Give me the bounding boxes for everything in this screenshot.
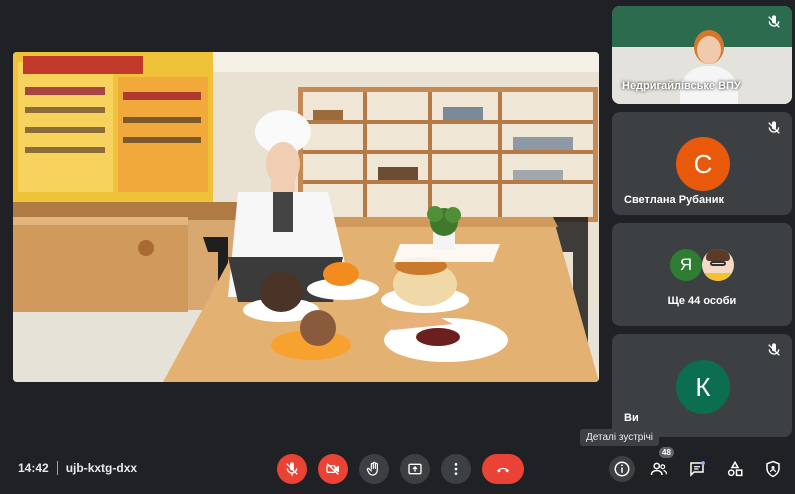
mic-off-icon	[768, 343, 780, 356]
people-count-badge: 48	[659, 447, 674, 458]
meeting-time: 14:42	[18, 461, 49, 475]
chat-button[interactable]	[685, 457, 709, 481]
hand-icon	[366, 461, 378, 476]
mic-off-icon	[286, 462, 298, 476]
mic-toggle-button[interactable]	[277, 454, 307, 484]
raise-hand-button[interactable]	[359, 454, 389, 484]
meeting-info: 14:42 ujb-kxtg-dxx	[18, 461, 137, 475]
present-icon	[408, 463, 422, 475]
hang-up-icon	[497, 467, 509, 473]
participant-tile-host[interactable]: Недригайлівське ВПУ	[612, 6, 792, 104]
activities-icon	[727, 460, 743, 477]
avatar-photo	[702, 249, 734, 281]
activities-button[interactable]	[723, 457, 747, 481]
shield-icon	[766, 460, 780, 478]
avatar: С	[676, 137, 730, 191]
present-screen-button[interactable]	[400, 454, 430, 484]
more-vertical-icon	[454, 463, 458, 475]
meeting-details-button[interactable]	[609, 456, 635, 482]
info-icon	[614, 461, 630, 477]
leave-call-button[interactable]	[482, 454, 524, 484]
participant-name-you: Ви	[624, 412, 639, 424]
camera-off-icon	[326, 463, 339, 475]
meeting-details-tooltip: Деталі зустрічі	[580, 429, 660, 446]
avatar: К	[676, 360, 730, 414]
meeting-code: ujb-kxtg-dxx	[65, 461, 138, 475]
host-person	[674, 30, 744, 104]
participant-tile-others[interactable]: Я Ще 44 особи	[612, 223, 792, 326]
people-button[interactable]	[647, 457, 671, 481]
participant-count-label: Ще 44 особи	[667, 295, 737, 307]
video-frame-illustration	[13, 52, 599, 382]
more-options-button[interactable]	[441, 454, 471, 484]
camera-toggle-button[interactable]	[318, 454, 348, 484]
main-video-feed	[13, 52, 599, 382]
participant-name-svetlana: Светлана Рубаник	[624, 194, 724, 206]
avatar: Я	[670, 249, 702, 281]
participant-tile-you[interactable]: К Ви	[612, 334, 792, 437]
people-icon	[650, 462, 668, 476]
divider	[56, 461, 58, 475]
mic-off-icon	[768, 15, 780, 28]
mic-off-icon	[768, 121, 780, 134]
participant-name-host: Недригайлівське ВПУ	[622, 80, 741, 92]
chat-icon	[690, 461, 705, 477]
host-controls-button[interactable]	[761, 457, 785, 481]
participant-tile-svetlana[interactable]: С Светлана Рубаник	[612, 112, 792, 215]
